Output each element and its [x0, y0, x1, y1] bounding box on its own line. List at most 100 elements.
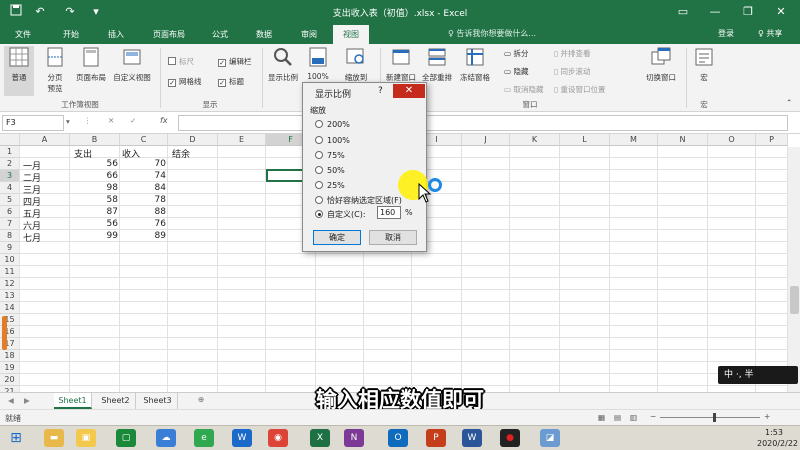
row-header-2[interactable]: 2 — [0, 158, 20, 170]
column-header-N[interactable]: N — [658, 134, 708, 146]
cell-expense[interactable]: 87 — [70, 207, 118, 217]
vertical-scrollbar[interactable] — [788, 147, 800, 392]
file-explorer-icon[interactable]: ▬ — [44, 429, 64, 447]
baidu-netdisk-icon[interactable]: ▢ — [116, 429, 136, 447]
radio-200[interactable]: 200% — [315, 120, 350, 129]
row-header-3[interactable]: 3 — [0, 170, 20, 182]
row-header-14[interactable]: 14 — [0, 302, 20, 314]
hide-button[interactable]: ▭ 隐藏 — [504, 66, 528, 77]
gridlines-checkbox[interactable]: ✓ 网格线 — [168, 76, 202, 87]
cell-expense[interactable]: 58 — [70, 195, 118, 205]
row-header-7[interactable]: 7 — [0, 218, 20, 230]
page-break-status-icon[interactable]: ▥ — [630, 413, 637, 422]
cell-income[interactable]: 70 — [120, 159, 166, 169]
ime-indicator[interactable]: 中 ·, 半 — [718, 366, 798, 384]
column-header-K[interactable]: K — [510, 134, 560, 146]
column-header-J[interactable]: J — [462, 134, 510, 146]
formula-input[interactable] — [178, 115, 788, 131]
radio-75[interactable]: 75% — [315, 151, 345, 160]
column-header-E[interactable]: E — [218, 134, 266, 146]
row-header-18[interactable]: 18 — [0, 350, 20, 362]
cell-income[interactable]: 84 — [120, 183, 166, 193]
cell-income[interactable]: 78 — [120, 195, 166, 205]
column-header-O[interactable]: O — [708, 134, 756, 146]
column-header-D[interactable]: D — [168, 134, 218, 146]
tab-data[interactable]: 数据 — [246, 25, 282, 44]
tab-insert[interactable]: 插入 — [98, 25, 134, 44]
freeze-panes-button[interactable]: 冻结窗格 — [456, 46, 494, 83]
onenote-icon[interactable]: N — [344, 429, 364, 447]
headings-checkbox[interactable]: ✓ 标题 — [218, 76, 244, 87]
cell-month[interactable]: 七月 — [23, 231, 41, 244]
custom-zoom-input[interactable]: 160 — [377, 206, 401, 219]
word-pad-icon[interactable]: W — [232, 429, 252, 447]
ribbon-options-icon[interactable]: ▭ — [668, 2, 698, 22]
confirm-entry-icon[interactable]: ✓ — [130, 116, 136, 125]
arrange-all-button[interactable]: 全部重排 — [420, 46, 454, 83]
help-icon[interactable]: ? — [378, 86, 383, 96]
zoom-button[interactable]: 显示比例 — [266, 46, 300, 83]
column-header-B[interactable]: B — [70, 134, 120, 146]
outlook-icon[interactable]: O — [388, 429, 408, 447]
screenshot-icon[interactable]: ◪ — [540, 429, 560, 447]
tab-formulas[interactable]: 公式 — [202, 25, 238, 44]
row-header-19[interactable]: 19 — [0, 362, 20, 374]
word-icon[interactable]: W — [462, 429, 482, 447]
wps-icon[interactable]: e — [194, 429, 214, 447]
name-box-dropdown-icon[interactable]: ▾ — [66, 117, 70, 126]
radio-100[interactable]: 100% — [315, 136, 350, 145]
ruler-checkbox[interactable]: 标尺 — [168, 56, 194, 67]
cell-expense[interactable]: 66 — [70, 171, 118, 181]
row-header-8[interactable]: 8 — [0, 230, 20, 242]
split-button[interactable]: ▭ 拆分 — [504, 48, 528, 59]
custom-view-button[interactable]: 自定义视图 — [110, 46, 154, 83]
ie-icon[interactable]: ☁ — [156, 429, 176, 447]
zoom-in-icon[interactable]: + — [764, 412, 770, 421]
tell-me-box[interactable]: ♀ 告诉我你想要做什么... — [448, 28, 536, 39]
cell-income[interactable]: 88 — [120, 207, 166, 217]
excel-icon[interactable]: X — [310, 429, 330, 447]
formula-options-icon[interactable]: ⋮ — [84, 116, 92, 125]
ok-button[interactable]: 确定 — [313, 230, 361, 245]
tab-view[interactable]: 视图 — [333, 25, 369, 44]
radio-custom[interactable]: 自定义(C): — [315, 209, 366, 220]
column-header-P[interactable]: P — [756, 134, 788, 146]
close-icon[interactable]: ✕ — [766, 2, 796, 22]
radio-25[interactable]: 25% — [315, 181, 345, 190]
restore-icon[interactable]: ❐ — [733, 2, 763, 22]
column-header-M[interactable]: M — [610, 134, 658, 146]
radio-50[interactable]: 50% — [315, 166, 345, 175]
cancel-entry-icon[interactable]: ✕ — [108, 116, 114, 125]
chrome-icon[interactable]: ◉ — [268, 429, 288, 447]
name-box[interactable]: F3 — [2, 115, 64, 131]
cell-expense[interactable]: 56 — [70, 159, 118, 169]
cell-expense[interactable]: 56 — [70, 219, 118, 229]
row-header-12[interactable]: 12 — [0, 278, 20, 290]
store-icon[interactable]: ▣ — [76, 429, 96, 447]
tab-home[interactable]: 开始 — [53, 25, 89, 44]
cell-expense[interactable]: 98 — [70, 183, 118, 193]
scroll-thumb[interactable] — [790, 286, 799, 314]
column-header-L[interactable]: L — [560, 134, 610, 146]
cell-income[interactable]: 89 — [120, 231, 166, 241]
row-header-13[interactable]: 13 — [0, 290, 20, 302]
zoom-out-icon[interactable]: − — [650, 412, 656, 421]
reset-window-position-button[interactable]: ▯ 重设窗口位置 — [554, 84, 606, 95]
zoom-slider-thumb[interactable] — [713, 413, 716, 422]
share-button[interactable]: ♀ 共享 — [758, 28, 782, 39]
row-header-10[interactable]: 10 — [0, 254, 20, 266]
cell-income[interactable]: 74 — [120, 171, 166, 181]
record-icon[interactable]: ● — [500, 429, 520, 447]
row-header-9[interactable]: 9 — [0, 242, 20, 254]
row-header-4[interactable]: 4 — [0, 182, 20, 194]
insert-function-icon[interactable]: fx — [160, 116, 168, 125]
column-header-C[interactable]: C — [120, 134, 168, 146]
normal-view-button[interactable]: 普通 — [4, 46, 34, 96]
tab-review[interactable]: 审阅 — [291, 25, 327, 44]
page-layout-status-icon[interactable]: ▤ — [614, 413, 621, 422]
side-by-side-button[interactable]: ▯ 并排查看 — [554, 48, 591, 59]
switch-windows-button[interactable]: 切换窗口 — [640, 46, 682, 83]
cell-income[interactable]: 76 — [120, 219, 166, 229]
sync-scroll-button[interactable]: ▯ 同步滚动 — [554, 66, 591, 77]
tab-file[interactable]: 文件 — [5, 25, 41, 44]
